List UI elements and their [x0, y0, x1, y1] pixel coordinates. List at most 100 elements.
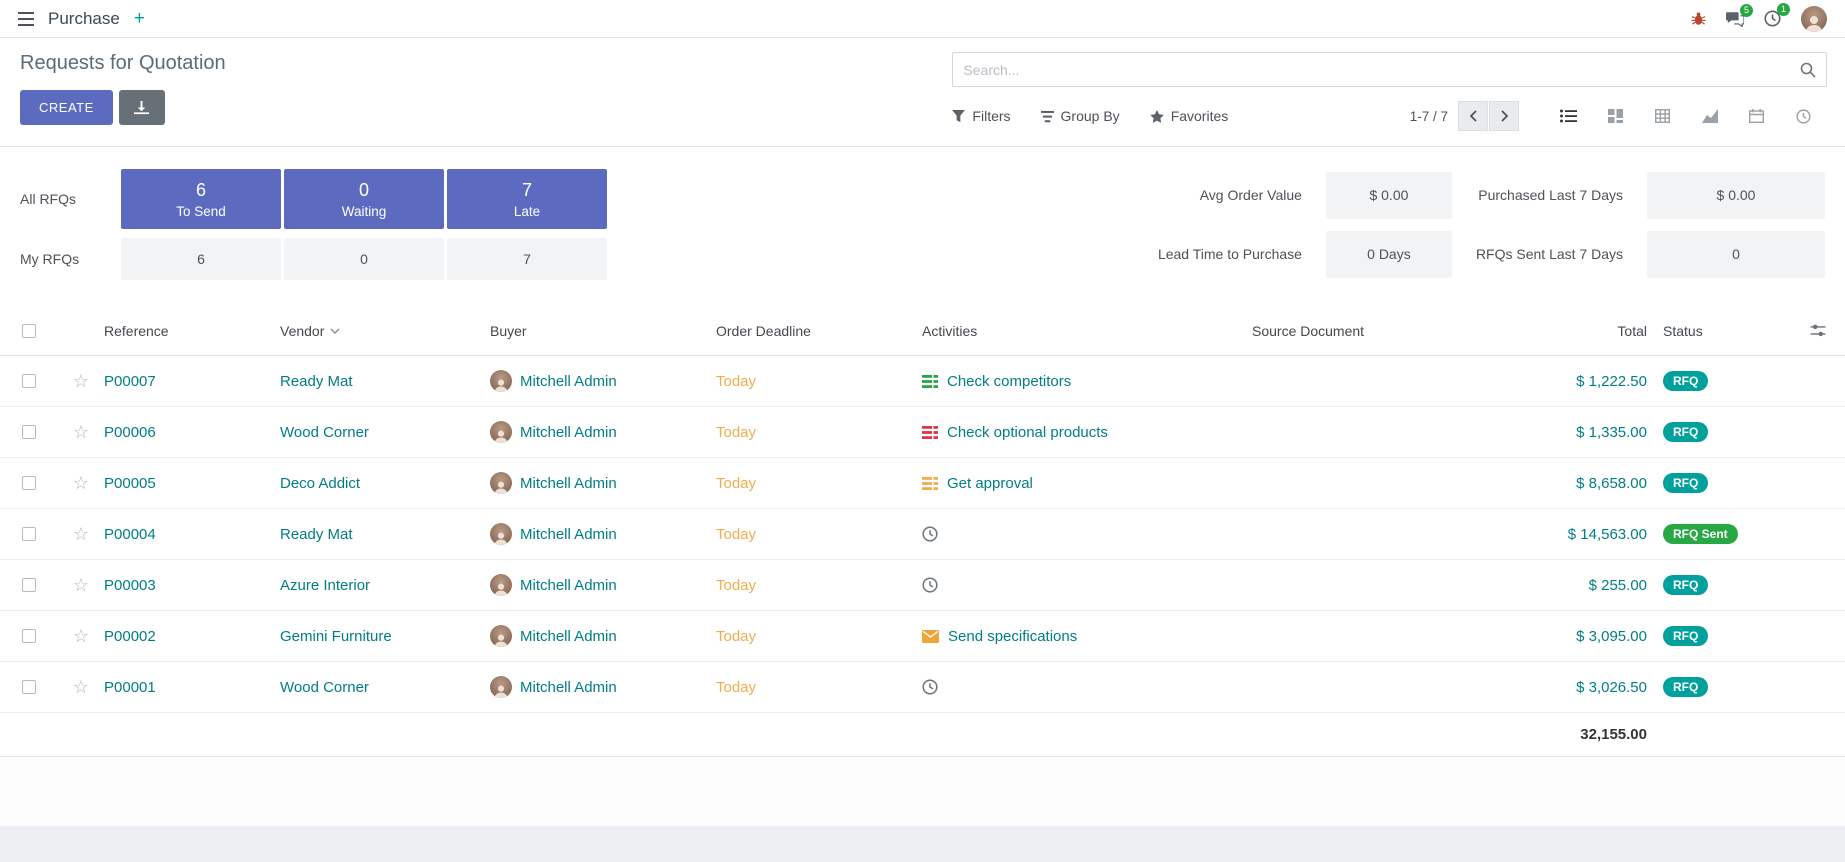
row-checkbox[interactable] [22, 374, 36, 388]
my-to-send-card[interactable]: 6 [121, 238, 281, 280]
column-header-source-document[interactable]: Source Document [1252, 323, 1483, 339]
activity-cell[interactable] [922, 679, 1252, 695]
favorite-star-icon[interactable]: ☆ [73, 474, 89, 492]
activity-cell[interactable]: Check competitors [922, 373, 1252, 390]
vendor-link[interactable]: Azure Interior [280, 577, 370, 594]
calendar-view-icon[interactable] [1733, 100, 1780, 132]
pager-previous-button[interactable] [1458, 101, 1488, 131]
table-row[interactable]: ☆ P00007 Ready Mat Mitchell Admin Today … [0, 356, 1845, 407]
vendor-link[interactable]: Gemini Furniture [280, 628, 392, 645]
row-checkbox[interactable] [22, 527, 36, 541]
column-header-activities[interactable]: Activities [922, 323, 1252, 339]
column-header-total[interactable]: Total [1483, 323, 1663, 339]
favorite-star-icon[interactable]: ☆ [73, 678, 89, 696]
vendor-link[interactable]: Ready Mat [280, 373, 353, 390]
new-plus-icon[interactable]: + [134, 9, 145, 28]
select-all-checkbox[interactable] [22, 324, 36, 338]
favorite-star-icon[interactable]: ☆ [73, 372, 89, 390]
column-header-reference[interactable]: Reference [104, 323, 280, 339]
envelope-icon[interactable] [922, 630, 939, 643]
debug-bug-icon[interactable] [1691, 11, 1706, 26]
activity-label[interactable]: Send specifications [948, 628, 1077, 645]
row-checkbox[interactable] [22, 578, 36, 592]
column-header-vendor[interactable]: Vendor [280, 323, 490, 339]
search-input[interactable] [963, 62, 1792, 78]
vendor-link[interactable]: Deco Addict [280, 475, 360, 492]
clock-icon[interactable] [922, 577, 938, 593]
favorite-star-icon[interactable]: ☆ [73, 423, 89, 441]
row-checkbox[interactable] [22, 425, 36, 439]
column-header-buyer[interactable]: Buyer [490, 323, 716, 339]
tasks-icon[interactable] [922, 426, 938, 439]
activity-label[interactable]: Get approval [947, 475, 1033, 492]
favorites-button[interactable]: Favorites [1150, 108, 1229, 124]
reference-link[interactable]: P00003 [104, 577, 156, 594]
row-checkbox[interactable] [22, 680, 36, 694]
table-row[interactable]: ☆ P00005 Deco Addict Mitchell Admin Toda… [0, 458, 1845, 509]
table-row[interactable]: ☆ P00001 Wood Corner Mitchell Admin Toda… [0, 662, 1845, 713]
reference-link[interactable]: P00004 [104, 526, 156, 543]
kpi-card-to-send[interactable]: 6 To Send [121, 169, 281, 229]
search-icon[interactable] [1800, 62, 1816, 78]
clock-icon[interactable] [922, 679, 938, 695]
activity-cell[interactable]: Get approval [922, 475, 1252, 492]
graph-view-icon[interactable] [1686, 100, 1733, 132]
export-button[interactable] [119, 90, 165, 125]
buyer-link[interactable]: Mitchell Admin [520, 628, 617, 645]
pivot-view-icon[interactable] [1639, 100, 1686, 132]
clock-icon[interactable] [922, 526, 938, 542]
optional-columns-button[interactable] [1791, 324, 1845, 337]
table-row[interactable]: ☆ P00003 Azure Interior Mitchell Admin T… [0, 560, 1845, 611]
list-view-icon[interactable] [1545, 100, 1592, 132]
activities-clock-icon[interactable]: 1 [1764, 10, 1781, 27]
download-icon [134, 100, 149, 115]
reference-link[interactable]: P00001 [104, 679, 156, 696]
favorite-star-icon[interactable]: ☆ [73, 576, 89, 594]
reference-link[interactable]: P00005 [104, 475, 156, 492]
my-waiting-card[interactable]: 0 [284, 238, 444, 280]
kpi-card-waiting[interactable]: 0 Waiting [284, 169, 444, 229]
messages-icon[interactable]: 5 [1726, 11, 1744, 27]
activity-cell[interactable]: Send specifications [922, 628, 1252, 645]
activity-label[interactable]: Check optional products [947, 424, 1108, 441]
favorite-star-icon[interactable]: ☆ [73, 525, 89, 543]
filters-button[interactable]: Filters [952, 108, 1010, 124]
activity-label[interactable]: Check competitors [947, 373, 1071, 390]
reference-link[interactable]: P00006 [104, 424, 156, 441]
search-bar[interactable] [952, 52, 1827, 87]
kanban-view-icon[interactable] [1592, 100, 1639, 132]
table-row[interactable]: ☆ P00002 Gemini Furniture Mitchell Admin… [0, 611, 1845, 662]
buyer-link[interactable]: Mitchell Admin [520, 373, 617, 390]
kpi-card-late[interactable]: 7 Late [447, 169, 607, 229]
user-avatar[interactable] [1801, 6, 1827, 32]
reference-link[interactable]: P00007 [104, 373, 156, 390]
my-late-card[interactable]: 7 [447, 238, 607, 280]
buyer-link[interactable]: Mitchell Admin [520, 577, 617, 594]
tasks-icon[interactable] [922, 477, 938, 490]
buyer-link[interactable]: Mitchell Admin [520, 475, 617, 492]
pager-next-button[interactable] [1489, 101, 1519, 131]
buyer-link[interactable]: Mitchell Admin [520, 526, 617, 543]
vendor-link[interactable]: Ready Mat [280, 526, 353, 543]
column-header-order-deadline[interactable]: Order Deadline [716, 323, 922, 339]
buyer-link[interactable]: Mitchell Admin [520, 679, 617, 696]
favorite-star-icon[interactable]: ☆ [73, 627, 89, 645]
group-by-button[interactable]: Group By [1041, 108, 1120, 124]
reference-link[interactable]: P00002 [104, 628, 156, 645]
tasks-icon[interactable] [922, 375, 938, 388]
app-name[interactable]: Purchase [48, 9, 120, 29]
activity-cell[interactable] [922, 526, 1252, 542]
row-checkbox[interactable] [22, 476, 36, 490]
table-row[interactable]: ☆ P00006 Wood Corner Mitchell Admin Toda… [0, 407, 1845, 458]
activity-cell[interactable]: Check optional products [922, 424, 1252, 441]
activity-view-icon[interactable] [1780, 100, 1827, 132]
row-checkbox[interactable] [22, 629, 36, 643]
buyer-link[interactable]: Mitchell Admin [520, 424, 617, 441]
column-header-status[interactable]: Status [1663, 323, 1791, 339]
apps-menu-icon[interactable] [18, 12, 34, 26]
table-row[interactable]: ☆ P00004 Ready Mat Mitchell Admin Today … [0, 509, 1845, 560]
activity-cell[interactable] [922, 577, 1252, 593]
vendor-link[interactable]: Wood Corner [280, 424, 369, 441]
vendor-link[interactable]: Wood Corner [280, 679, 369, 696]
create-button[interactable]: CREATE [20, 90, 113, 125]
